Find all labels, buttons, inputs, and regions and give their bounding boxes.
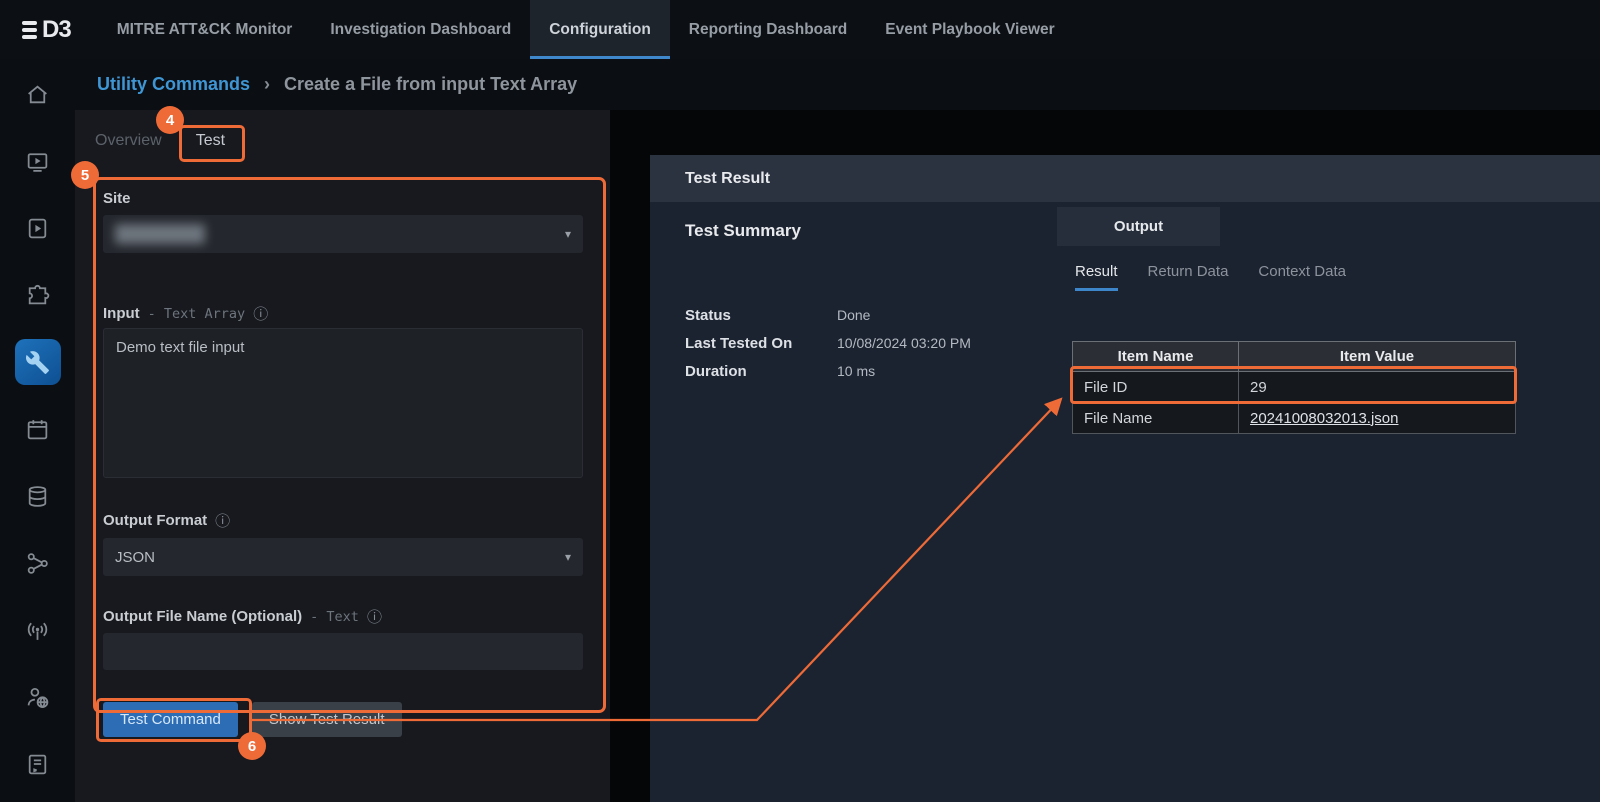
calendar-icon [25, 417, 50, 442]
command-panel-tabs: Overview Test [95, 132, 225, 162]
sidebar-item-remote-sites[interactable] [15, 674, 61, 720]
input-label: Input - Text Array ⓘ [103, 303, 268, 324]
test-summary-heading: Test Summary [685, 221, 801, 241]
output-format-label-text: Output Format [103, 512, 207, 529]
report-certificate-icon [25, 752, 50, 777]
breadcrumb: Utility Commands › Create a File from in… [0, 59, 1600, 110]
cell-file-id-name: File ID [1073, 372, 1239, 403]
nav-event-playbook-viewer[interactable]: Event Playbook Viewer [866, 0, 1073, 59]
nav-configuration[interactable]: Configuration [530, 0, 670, 59]
wrench-icon [25, 350, 50, 375]
nav-reporting-dashboard[interactable]: Reporting Dashboard [670, 0, 866, 59]
tab-test[interactable]: Test [196, 132, 225, 162]
output-file-name-label-text: Output File Name (Optional) [103, 608, 302, 625]
tab-output[interactable]: Output [1057, 207, 1220, 246]
show-test-result-button[interactable]: Show Test Result [252, 702, 402, 737]
table-row-file-id: File ID 29 [1073, 372, 1516, 403]
chevron-down-icon: ▾ [565, 227, 571, 241]
output-format-select[interactable]: JSON ▾ [103, 538, 583, 576]
site-label: Site [103, 190, 131, 207]
table-header-item-value: Item Value [1239, 342, 1516, 372]
test-result-title: Test Result [685, 170, 770, 188]
subtab-return-data[interactable]: Return Data [1148, 263, 1229, 291]
test-result-header: Test Result [650, 155, 1600, 202]
puzzle-icon [25, 283, 50, 308]
annotation-badge-5: 5 [71, 161, 99, 189]
info-icon[interactable]: ⓘ [367, 606, 382, 627]
cell-file-name-name: File Name [1073, 403, 1239, 434]
sidebar-item-schedule[interactable] [15, 406, 61, 452]
summary-value-last-tested: 10/08/2024 03:20 PM [837, 335, 971, 356]
sidebar-item-utility-commands[interactable] [15, 339, 61, 385]
table-header-item-name: Item Name [1073, 342, 1239, 372]
subtab-result[interactable]: Result [1075, 263, 1118, 291]
icon-sidebar [0, 59, 75, 802]
summary-label-duration: Duration [685, 363, 837, 384]
app-window: D3 MITRE ATT&CK Monitor Investigation Da… [0, 0, 1600, 802]
summary-value-status: Done [837, 307, 971, 328]
playbook-play-icon [25, 216, 50, 241]
test-summary-rows: Status Done Last Tested On 10/08/2024 03… [685, 307, 971, 384]
output-subtabs: Result Return Data Context Data [1075, 263, 1346, 291]
file-name-link[interactable]: 20241008032013.json [1250, 410, 1398, 427]
output-file-name-input[interactable] [103, 633, 583, 670]
d3-logo-text: D3 [42, 16, 71, 44]
broadcast-icon [25, 618, 50, 643]
annotation-badge-4: 4 [156, 106, 184, 134]
tab-overview[interactable]: Overview [95, 132, 162, 162]
cell-file-name-value: 20241008032013.json [1239, 403, 1516, 434]
output-file-name-label: Output File Name (Optional) - Text ⓘ [103, 606, 382, 627]
sidebar-item-integrations[interactable] [15, 272, 61, 318]
nav-mitre-attack-monitor[interactable]: MITRE ATT&CK Monitor [98, 0, 312, 59]
command-test-panel: Overview Test Site ▾ Input - Text Array … [75, 110, 610, 802]
sidebar-item-connections[interactable] [15, 540, 61, 586]
annotation-badge-6: 6 [238, 732, 266, 760]
share-nodes-icon [25, 551, 50, 576]
d3-logo[interactable]: D3 [0, 0, 98, 59]
sidebar-item-event-monitor[interactable] [15, 138, 61, 184]
top-nav-items: MITRE ATT&CK Monitor Investigation Dashb… [98, 0, 1074, 59]
sidebar-item-playbooks[interactable] [15, 205, 61, 251]
input-label-text: Input [103, 305, 140, 322]
nav-investigation-dashboard[interactable]: Investigation Dashboard [311, 0, 530, 59]
breadcrumb-utility-commands[interactable]: Utility Commands [97, 74, 250, 95]
subtab-context-data[interactable]: Context Data [1258, 263, 1346, 291]
cell-file-id-value: 29 [1239, 372, 1516, 403]
sidebar-item-data-management[interactable] [15, 473, 61, 519]
breadcrumb-current-page: Create a File from input Text Array [284, 74, 577, 95]
site-value-redacted [115, 224, 205, 244]
info-icon[interactable]: ⓘ [215, 510, 230, 531]
summary-value-duration: 10 ms [837, 363, 971, 384]
top-navigation-bar: D3 MITRE ATT&CK Monitor Investigation Da… [0, 0, 1600, 59]
test-result-panel: Test Result Test Summary Status Done Las… [650, 155, 1600, 802]
sidebar-item-live-feeds[interactable] [15, 607, 61, 653]
event-monitor-icon [25, 149, 50, 174]
d3-logo-icon [22, 21, 37, 39]
user-globe-icon [25, 685, 50, 710]
info-icon[interactable]: ⓘ [253, 303, 268, 324]
summary-label-status: Status [685, 307, 837, 328]
output-result-table: Item Name Item Value File ID 29 File Nam… [1072, 341, 1516, 434]
sidebar-item-home[interactable] [15, 71, 61, 117]
site-select[interactable]: ▾ [103, 215, 583, 253]
input-textarea[interactable]: Demo text file input [103, 328, 583, 478]
database-icon [25, 484, 50, 509]
input-type-text: - Text Array [148, 306, 246, 322]
table-header-row: Item Name Item Value [1073, 342, 1516, 372]
output-format-value: JSON [115, 549, 155, 566]
home-icon [25, 82, 50, 107]
site-label-text: Site [103, 190, 131, 207]
output-format-label: Output Format ⓘ [103, 510, 230, 531]
breadcrumb-chevron-icon: › [264, 74, 270, 95]
test-command-button[interactable]: Test Command [103, 702, 238, 737]
chevron-down-icon: ▾ [565, 550, 571, 564]
output-file-name-type-text: - Text [310, 609, 359, 625]
sidebar-item-reports[interactable] [15, 741, 61, 787]
summary-label-last-tested: Last Tested On [685, 335, 837, 356]
table-row-file-name: File Name 20241008032013.json [1073, 403, 1516, 434]
